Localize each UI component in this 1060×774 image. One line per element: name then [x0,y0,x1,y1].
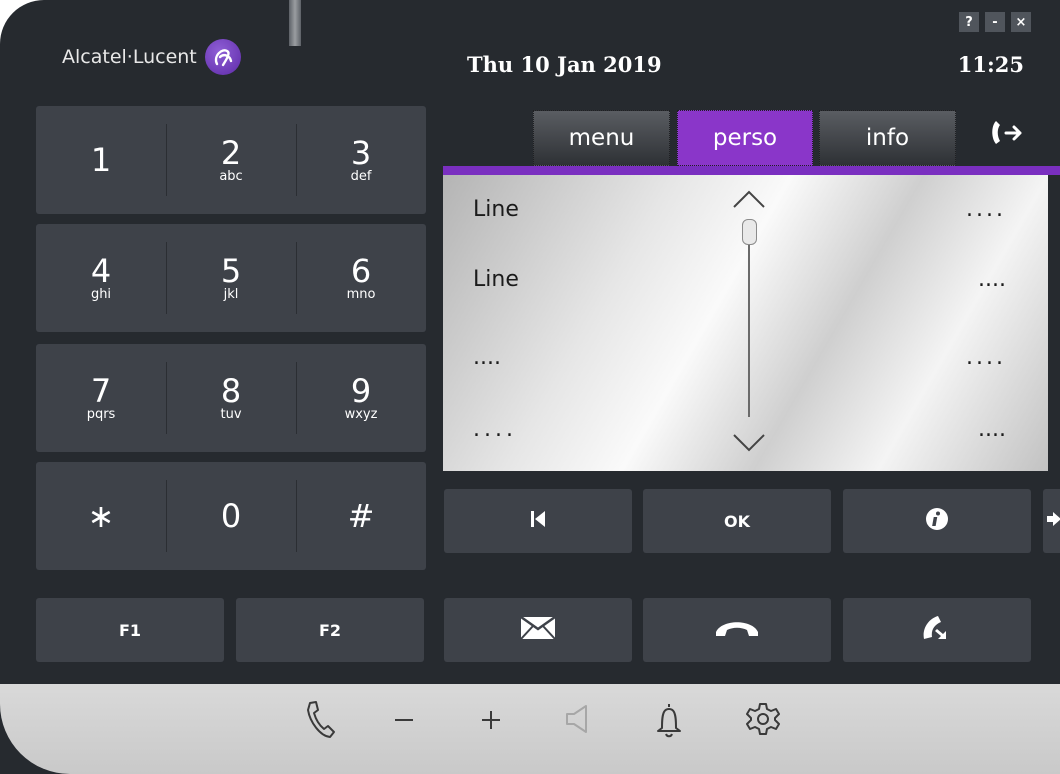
hangup-icon [714,617,760,643]
brand: Alcatel·Lucent [62,37,241,77]
bell-icon[interactable] [655,700,683,740]
key-number: 3 [350,134,372,172]
key-letters: wxyz [344,407,378,422]
time-display: 11:25 [957,52,1024,77]
scroll-up-icon[interactable] [732,189,766,213]
next-button[interactable] [1043,489,1060,553]
scroll-down-icon[interactable] [732,433,766,457]
date-display: Thu 10 Jan 2019 [467,52,662,77]
list-item-right[interactable]: .... [978,267,1006,292]
mail-button[interactable] [444,598,632,662]
key-number: 0 [220,497,242,535]
ok-button[interactable]: OK [643,489,831,553]
key-number: 6 [350,252,372,290]
key-3[interactable]: 3 def [296,106,426,214]
keypad-row-4: ∗ 0 # [36,462,426,570]
f1-button[interactable]: F1 [36,598,224,662]
key-number: 4 [90,252,112,290]
f2-button[interactable]: F2 [236,598,424,662]
list-item-left[interactable]: Line [473,267,519,292]
perso-list: Line .... Line .... .... .... .... .... [443,175,1048,471]
phone-device: Alcatel·Lucent ? - × Thu 10 Jan 2019 11:… [0,0,1060,774]
list-item-right[interactable]: .... [978,417,1006,442]
brand-name: Alcatel·Lucent [62,46,197,68]
key-number: 2 [220,134,242,172]
key-number: # [347,497,375,535]
list-item-right[interactable]: .... [966,197,1006,222]
speaker-icon[interactable] [564,702,590,736]
plus-icon[interactable] [480,704,502,734]
keypad-row-2: 4 ghi 5 jkl 6 mno [36,224,426,332]
tab-menu[interactable]: menu [533,110,670,166]
key-number: 9 [350,372,372,410]
handset-icon[interactable] [304,700,336,740]
first-button[interactable] [444,489,632,553]
key-number: 8 [220,372,242,410]
help-button[interactable]: ? [959,12,979,32]
list-item-left[interactable]: .... [473,417,517,442]
tab-underline [443,166,1060,175]
hangup-button[interactable] [643,598,831,662]
window-controls: ? - × [959,12,1031,32]
key-letters: pqrs [86,407,116,422]
antenna [289,0,301,46]
call-transfer-icon[interactable] [988,118,1028,152]
arrow-right-icon [1047,511,1060,531]
redial-icon [920,613,954,647]
scrollbar-track[interactable] [748,227,750,417]
key-1[interactable]: 1 [36,106,166,214]
tab-perso[interactable]: perso [677,110,813,166]
key-0[interactable]: 0 [166,462,296,570]
scrollbar-thumb[interactable] [742,219,757,245]
close-button[interactable]: × [1011,12,1031,32]
info-icon [925,507,949,535]
key-letters: mno [346,287,376,302]
key-9[interactable]: 9 wxyz [296,344,426,452]
list-item-left[interactable]: .... [473,345,501,370]
minimize-button[interactable]: - [985,12,1005,32]
key-letters: tuv [220,407,242,422]
bottom-control-bar [0,684,1060,774]
list-item-left[interactable]: Line [473,197,519,222]
key-letters: abc [219,169,243,184]
info-button[interactable] [843,489,1031,553]
key-number: 5 [220,252,242,290]
gear-icon[interactable] [745,700,781,738]
key-8[interactable]: 8 tuv [166,344,296,452]
key-number: 7 [90,372,112,410]
key-2[interactable]: 2 abc [166,106,296,214]
key-5[interactable]: 5 jkl [166,224,296,332]
list-item-right[interactable]: .... [966,345,1006,370]
keypad-row-1: 1 2 abc 3 def [36,106,426,214]
key-4[interactable]: 4 ghi [36,224,166,332]
key-letters: jkl [223,287,239,302]
key-letters: ghi [90,287,112,302]
key-number: 1 [90,141,112,179]
minus-icon[interactable] [393,704,415,734]
key-hash[interactable]: # [296,462,426,570]
mail-icon [520,615,556,644]
keypad-row-3: 7 pqrs 8 tuv 9 wxyz [36,344,426,452]
brand-logo-icon [204,39,241,75]
key-star[interactable]: ∗ [36,462,166,570]
skip-back-icon [530,510,546,532]
key-letters: def [350,169,372,184]
tab-info[interactable]: info [819,110,956,166]
key-number: ∗ [87,497,115,535]
key-7[interactable]: 7 pqrs [36,344,166,452]
key-6[interactable]: 6 mno [296,224,426,332]
redial-button[interactable] [843,598,1031,662]
